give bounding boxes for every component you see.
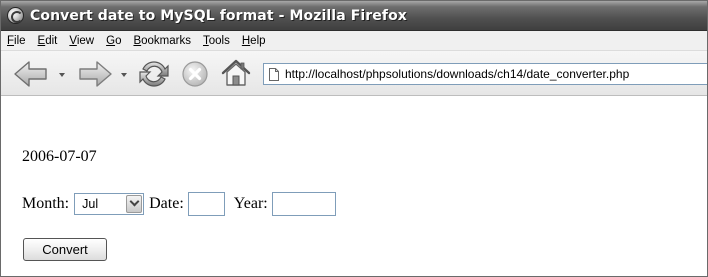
date-input[interactable]: [187, 192, 225, 216]
date-form-row: Month: Jul Date: Year:: [22, 190, 336, 218]
forward-dropdown-icon[interactable]: [121, 73, 127, 77]
navigation-toolbar: http://localhost/phpsolutions/downloads/…: [1, 51, 707, 96]
reload-icon[interactable]: [138, 58, 170, 90]
menu-go[interactable]: Go: [100, 35, 127, 47]
forward-icon[interactable]: [77, 59, 113, 89]
date-label: Date:: [149, 195, 184, 212]
back-dropdown-icon[interactable]: [59, 73, 65, 77]
title-bar: Convert date to MySQL format - Mozilla F…: [1, 1, 707, 31]
page-icon: [269, 67, 279, 81]
convert-button[interactable]: Convert: [23, 238, 107, 261]
menu-file[interactable]: File: [1, 35, 32, 47]
home-icon[interactable]: [220, 58, 252, 88]
menu-help[interactable]: Help: [236, 35, 272, 47]
year-input[interactable]: [271, 192, 336, 216]
chevron-down-icon[interactable]: [126, 195, 143, 213]
browser-window: Convert date to MySQL format - Mozilla F…: [0, 0, 708, 277]
url-text[interactable]: http://localhost/phpsolutions/downloads/…: [285, 67, 629, 81]
menu-view[interactable]: View: [63, 35, 100, 47]
menu-edit[interactable]: Edit: [32, 35, 64, 47]
window-title: Convert date to MySQL format - Mozilla F…: [30, 7, 407, 24]
converted-date-text: 2006-07-07: [22, 148, 97, 165]
url-bar[interactable]: http://localhost/phpsolutions/downloads/…: [263, 63, 707, 85]
firefox-icon: [7, 7, 24, 24]
month-label: Month:: [22, 195, 70, 212]
menu-tools[interactable]: Tools: [197, 35, 236, 47]
stop-icon[interactable]: [181, 60, 209, 88]
year-label: Year:: [233, 195, 268, 212]
menu-bar: File Edit View Go Bookmarks Tools Help: [1, 31, 707, 51]
month-select-value: Jul: [82, 197, 99, 211]
month-select[interactable]: Jul: [74, 193, 145, 215]
menu-bookmarks[interactable]: Bookmarks: [127, 35, 197, 47]
page-content: 2006-07-07 Month: Jul Date: Year: Conver…: [1, 96, 707, 276]
back-icon[interactable]: [13, 59, 49, 89]
